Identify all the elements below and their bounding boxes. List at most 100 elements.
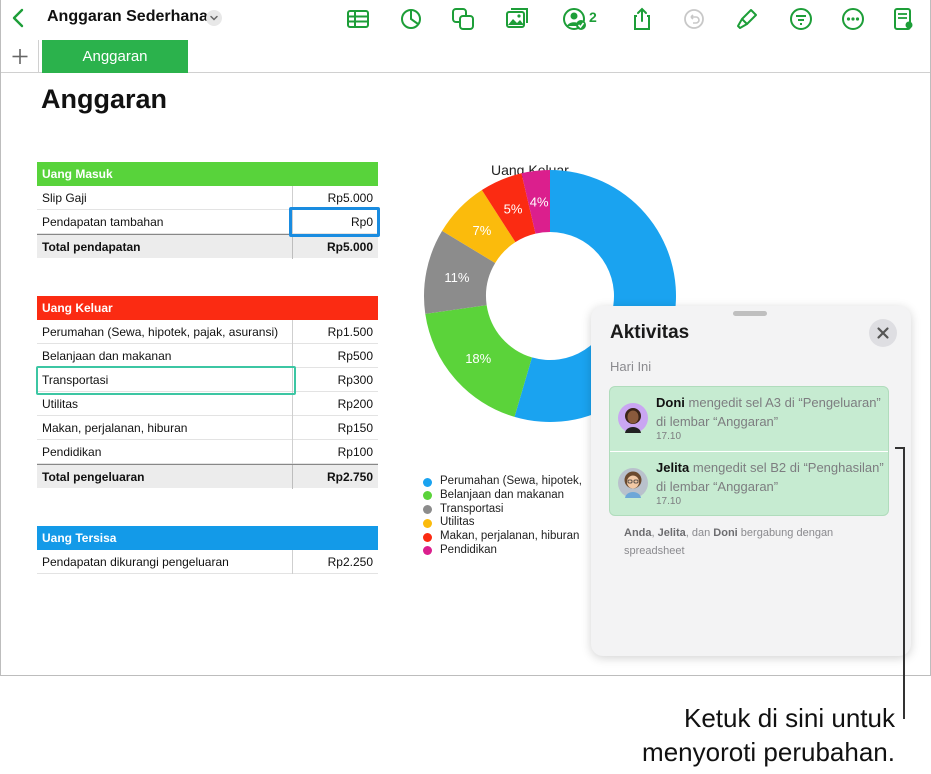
row-label[interactable]: Perumahan (Sewa, hipotek, pajak, asurans… bbox=[42, 320, 278, 344]
collaborator-selection-highlight bbox=[36, 366, 296, 395]
activity-time: 17.10 bbox=[656, 431, 682, 442]
row-value[interactable]: Rp500 bbox=[338, 344, 373, 368]
legend-item: Perumahan (Sewa, hipotek, bbox=[423, 475, 582, 489]
tab-anggaran[interactable]: Anggaran bbox=[42, 40, 188, 73]
legend-label: Perumahan (Sewa, hipotek, bbox=[440, 475, 582, 487]
filter-icon[interactable] bbox=[788, 6, 814, 32]
row-label[interactable]: Pendapatan dikurangi pengeluaran bbox=[42, 550, 229, 574]
table-row[interactable]: Perumahan (Sewa, hipotek, pajak, asurans… bbox=[37, 320, 378, 344]
activity-panel: Aktivitas Hari Ini Doni mengedit sel A3 … bbox=[591, 306, 911, 656]
row-value[interactable]: Rp2.750 bbox=[327, 465, 373, 489]
legend-swatch bbox=[423, 491, 432, 501]
legend-swatch bbox=[423, 477, 432, 487]
remaining-table: Uang Tersisa Pendapatan dikurangi pengel… bbox=[37, 526, 378, 574]
shape-icon[interactable] bbox=[450, 6, 476, 32]
user-name: Anda bbox=[624, 527, 652, 539]
document-title[interactable]: Anggaran Sederhana bbox=[47, 8, 208, 26]
legend-swatch bbox=[423, 532, 432, 542]
close-button[interactable] bbox=[869, 319, 897, 347]
format-brush-icon[interactable] bbox=[734, 6, 760, 32]
toolbar: Anggaran Sederhana 2 bbox=[1, 0, 930, 38]
total-row[interactable]: Total pendapatan Rp5.000 bbox=[37, 234, 378, 259]
activity-item[interactable]: Jelita mengedit sel B2 di “Penghasilan” … bbox=[610, 451, 888, 515]
user-name: Doni bbox=[713, 527, 738, 539]
legend-label: Utilitas bbox=[440, 516, 475, 529]
add-sheet-button[interactable] bbox=[1, 40, 39, 72]
row-value[interactable]: Rp5.000 bbox=[327, 235, 373, 259]
activity-text: Doni mengedit sel A3 di “Pengeluaran” di… bbox=[656, 393, 888, 431]
row-value[interactable]: Rp1.500 bbox=[328, 320, 373, 344]
row-value[interactable]: Rp300 bbox=[338, 368, 373, 392]
join-notice: Anda, Jelita, dan Doni bergabung dengan … bbox=[624, 524, 884, 560]
collaborate-icon[interactable] bbox=[561, 6, 587, 32]
close-icon bbox=[877, 327, 889, 339]
avatar bbox=[618, 468, 648, 498]
activity-time: 17.10 bbox=[656, 496, 682, 507]
panel-grabber[interactable] bbox=[733, 311, 767, 316]
callout-leader-line bbox=[903, 447, 905, 719]
legend-item: Makan, perjalanan, hiburan bbox=[423, 530, 582, 544]
table-row[interactable]: Pendidikan Rp100 bbox=[37, 440, 378, 464]
row-label[interactable]: Pendidikan bbox=[42, 440, 101, 464]
sheet-tab-bar: Anggaran bbox=[1, 40, 930, 73]
join-text: , dan bbox=[685, 527, 714, 539]
activity-item[interactable]: Doni mengedit sel A3 di “Pengeluaran” di… bbox=[610, 387, 888, 451]
row-label[interactable]: Makan, perjalanan, hiburan bbox=[42, 416, 187, 440]
media-icon[interactable] bbox=[504, 6, 530, 32]
legend-swatch bbox=[423, 546, 432, 556]
callout-text: Ketuk di sini untuk menyoroti perubahan. bbox=[642, 701, 895, 769]
plus-icon bbox=[12, 49, 28, 64]
title-menu-chevron-icon[interactable] bbox=[206, 10, 222, 26]
collaborator-selection-highlight bbox=[289, 207, 380, 237]
legend-item: Pendidikan bbox=[423, 544, 582, 558]
sheet-title: Anggaran bbox=[41, 84, 168, 114]
legend-item: Utilitas bbox=[423, 516, 582, 530]
remaining-table-header[interactable]: Uang Tersisa bbox=[37, 526, 378, 550]
back-icon[interactable] bbox=[9, 7, 29, 29]
legend-item: Belanjaan dan makanan bbox=[423, 489, 582, 503]
share-icon[interactable] bbox=[629, 6, 655, 32]
data-label: 5% bbox=[504, 201, 523, 216]
app-window: Anggaran Sederhana 2 Anggaran Anggaran U… bbox=[0, 0, 931, 676]
avatar bbox=[618, 403, 648, 433]
legend-swatch bbox=[423, 505, 432, 515]
activity-list: Doni mengedit sel A3 di “Pengeluaran” di… bbox=[609, 386, 889, 516]
chart-legend: Perumahan (Sewa, hipotek, Belanjaan dan m… bbox=[423, 475, 582, 558]
document-view-icon[interactable] bbox=[890, 6, 916, 32]
row-label[interactable]: Utilitas bbox=[42, 392, 78, 416]
undo-icon[interactable] bbox=[681, 6, 707, 32]
row-label[interactable]: Slip Gaji bbox=[42, 186, 87, 210]
activity-text: Jelita mengedit sel B2 di “Penghasilan” … bbox=[656, 458, 888, 496]
row-value[interactable]: Rp150 bbox=[338, 416, 373, 440]
data-label: 7% bbox=[472, 223, 491, 238]
row-value[interactable]: Rp2.250 bbox=[328, 550, 373, 574]
activity-description: mengedit sel B2 di “Penghasilan” di lemb… bbox=[656, 460, 884, 494]
activity-description: mengedit sel A3 di “Pengeluaran” di lemb… bbox=[656, 395, 881, 429]
income-table-header[interactable]: Uang Masuk bbox=[37, 162, 378, 186]
table-row[interactable]: Utilitas Rp200 bbox=[37, 392, 378, 416]
data-label: 11% bbox=[444, 270, 469, 285]
data-label: 18% bbox=[465, 351, 491, 366]
callout-line: Ketuk di sini untuk bbox=[683, 703, 895, 733]
total-row[interactable]: Total pengeluaran Rp2.750 bbox=[37, 464, 378, 489]
table-row[interactable]: Makan, perjalanan, hiburan Rp150 bbox=[37, 416, 378, 440]
row-value[interactable]: Rp200 bbox=[338, 392, 373, 416]
table-row[interactable]: Pendapatan dikurangi pengeluaran Rp2.250 bbox=[37, 550, 378, 574]
legend-item: Transportasi bbox=[423, 503, 582, 517]
row-label[interactable]: Pendapatan tambahan bbox=[42, 210, 163, 234]
data-label: 4% bbox=[530, 195, 549, 210]
row-label[interactable]: Total pengeluaran bbox=[42, 465, 144, 489]
row-label[interactable]: Belanjaan dan makanan bbox=[42, 344, 171, 368]
table-row[interactable]: Belanjaan dan makanan Rp500 bbox=[37, 344, 378, 368]
more-icon[interactable] bbox=[840, 6, 866, 32]
chart-icon[interactable] bbox=[398, 6, 424, 32]
legend-swatch bbox=[423, 518, 432, 528]
legend-label: Pendidikan bbox=[440, 543, 497, 556]
legend-label: Makan, perjalanan, hiburan bbox=[440, 530, 580, 543]
table-icon[interactable] bbox=[345, 6, 371, 32]
row-label[interactable]: Total pendapatan bbox=[42, 235, 140, 259]
row-value[interactable]: Rp100 bbox=[338, 440, 373, 464]
user-name: Doni bbox=[656, 395, 685, 410]
expenses-table-header[interactable]: Uang Keluar bbox=[37, 296, 378, 320]
legend-label: Belanjaan dan makanan bbox=[440, 488, 565, 501]
